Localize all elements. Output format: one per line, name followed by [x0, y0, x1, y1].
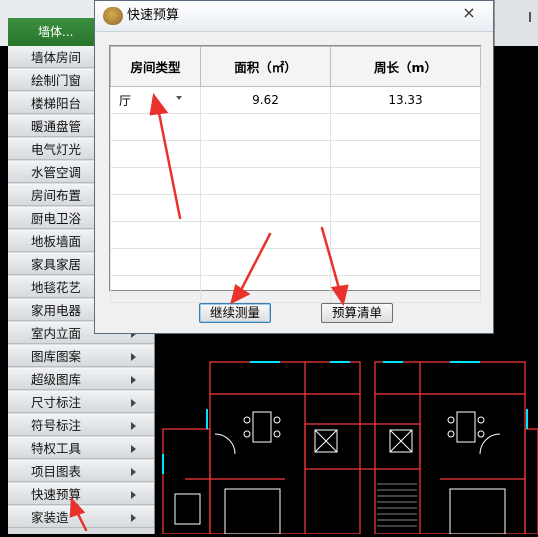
annotation-arrowhead	[69, 496, 86, 518]
annotation-arrowhead	[230, 283, 251, 305]
annotation-arrow	[156, 106, 182, 220]
annotation-arrowhead	[149, 92, 169, 116]
annotation-arrows-overlay	[69, 92, 349, 532]
annotation-arrowhead	[330, 284, 349, 307]
annotation-arrow	[238, 232, 272, 294]
annotation-arrow	[320, 226, 342, 294]
